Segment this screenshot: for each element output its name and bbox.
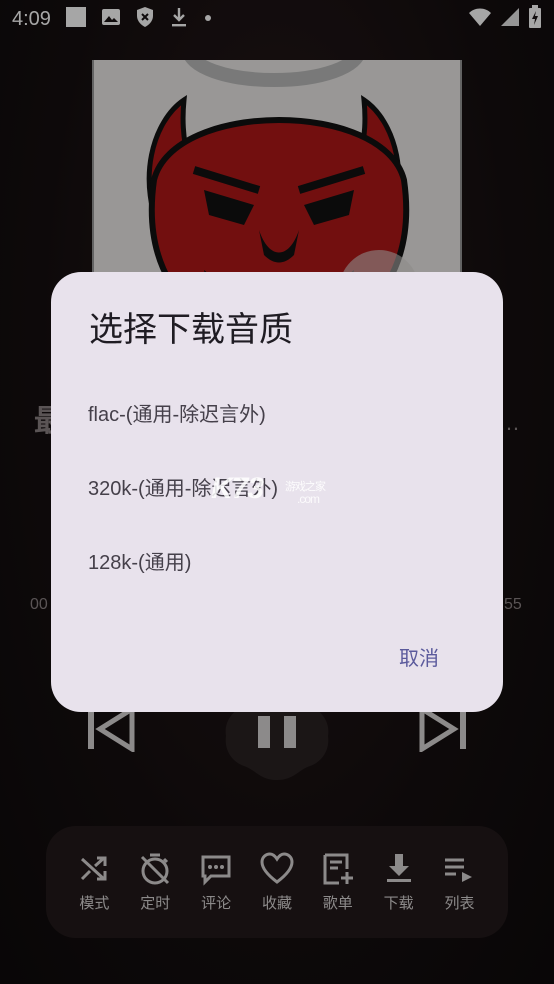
watermark: K73 游戏之家 .com (211, 472, 341, 512)
option-flac[interactable]: flac-(通用-除迟言外) (88, 398, 266, 427)
cancel-button[interactable]: 取消 (399, 642, 439, 671)
watermark-com: .com (297, 492, 320, 506)
option-128k[interactable]: 128k-(通用) (88, 546, 191, 575)
dialog-title: 选择下载音质 (89, 311, 293, 349)
watermark-brand: K73 (211, 472, 264, 505)
quality-dialog: 选择下载音质 flac-(通用-除迟言外) 320k-(通用-除迟言外) 128… (51, 272, 503, 712)
